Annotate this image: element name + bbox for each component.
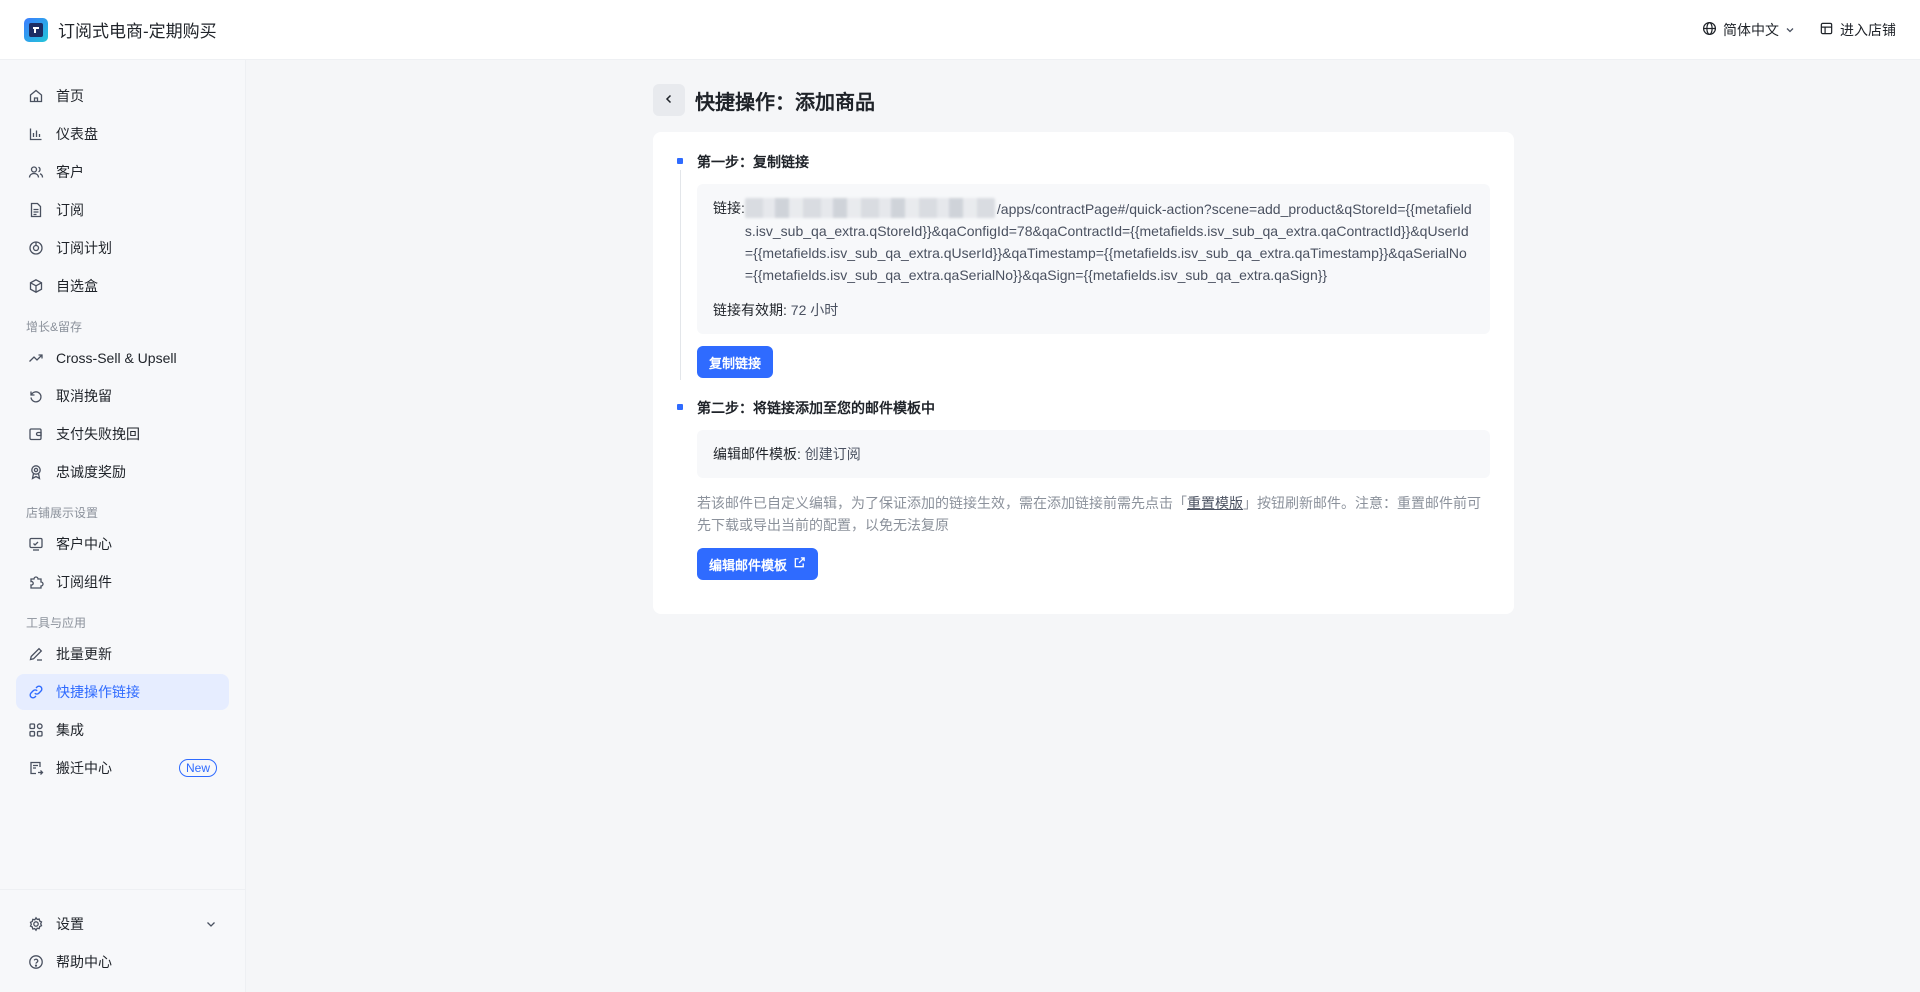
validity-label: 链接有效期:	[713, 302, 787, 318]
sidebar-item-label: 设置	[56, 916, 84, 932]
step-dot	[677, 158, 683, 164]
sidebar-item-customer-center[interactable]: 客户中心	[16, 526, 229, 562]
sidebar-item-cross-sell[interactable]: Cross-Sell & Upsell	[16, 340, 229, 376]
quick-action-card: 第一步：复制链接 链接: /apps/contractPage#/quick-a…	[653, 132, 1514, 614]
chevron-down-icon	[205, 918, 217, 930]
chevron-left-icon	[663, 92, 675, 108]
sidebar-item-cancel-retention[interactable]: 取消挽留	[16, 378, 229, 414]
step-dot	[677, 404, 683, 410]
section-title-storefront: 店铺展示设置	[26, 506, 99, 520]
gear-icon	[28, 916, 44, 932]
sidebar-item-label: 批量更新	[56, 646, 112, 662]
app-title: 订阅式电商-定期购买	[58, 22, 217, 41]
template-box: 编辑邮件模板: 创建订阅	[697, 430, 1490, 478]
sidebar-item-label: 仪表盘	[56, 126, 98, 142]
external-link-icon	[793, 556, 806, 572]
link-icon	[28, 684, 44, 700]
sidebar-item-help-center[interactable]: 帮助中心	[16, 944, 229, 980]
sidebar-item-loyalty[interactable]: 忠诚度奖励	[16, 454, 229, 490]
template-label: 编辑邮件模板:	[713, 446, 801, 462]
template-value: 创建订阅	[804, 446, 861, 462]
trending-up-icon	[28, 350, 44, 366]
sidebar-item-label: 自选盒	[56, 278, 98, 294]
award-icon	[28, 464, 44, 480]
step-1: 第一步：复制链接 链接: /apps/contractPage#/quick-a…	[677, 152, 1490, 380]
link-value[interactable]: /apps/contractPage#/quick-action?scene=a…	[744, 198, 1474, 286]
apps-icon	[28, 722, 44, 738]
sidebar-item-settings[interactable]: 设置	[16, 906, 229, 942]
sidebar-item-label: 快捷操作链接	[56, 684, 140, 700]
enter-store-label: 进入店铺	[1840, 21, 1896, 38]
reset-note: 若该邮件已自定义编辑，为了保证添加的链接生效，需在添加链接前需先点击「重置模版」…	[697, 495, 1481, 533]
wallet-icon	[28, 426, 44, 442]
document-icon	[28, 202, 44, 218]
new-badge: New	[178, 759, 217, 777]
users-icon	[28, 164, 44, 180]
help-icon	[28, 954, 44, 970]
sidebar: 首页 仪表盘 客户 订阅 订阅计划 自选盒 增长&留存 Cross-Sell &…	[0, 60, 246, 992]
bar-chart-icon	[28, 126, 44, 142]
sidebar-item-quick-action-links[interactable]: 快捷操作链接	[16, 674, 229, 710]
sidebar-item-label: 搬迁中心	[56, 760, 112, 776]
sidebar-item-migration-center[interactable]: 搬迁中心 New	[16, 750, 229, 786]
box-icon	[28, 278, 44, 294]
undo-icon	[28, 388, 44, 404]
back-button[interactable]	[653, 84, 685, 116]
pencil-icon	[28, 646, 44, 662]
sidebar-item-label: 订阅	[56, 202, 84, 218]
sidebar-item-subscriptions[interactable]: 订阅	[16, 192, 229, 228]
sidebar-item-label: 订阅组件	[56, 574, 112, 590]
plan-icon	[28, 240, 44, 256]
sidebar-item-label: Cross-Sell & Upsell	[56, 350, 177, 366]
reset-template-link[interactable]: 重置模版	[1187, 495, 1243, 511]
section-title-growth: 增长&留存	[26, 320, 83, 334]
sidebar-item-integrations[interactable]: 集成	[16, 712, 229, 748]
monitor-icon	[28, 536, 44, 552]
sidebar-item-dashboard[interactable]: 仪表盘	[16, 116, 229, 152]
puzzle-icon	[28, 574, 44, 590]
step-2-title: 第二步：将链接添加至您的邮件模板中	[697, 400, 935, 416]
sidebar-item-label: 支付失败挽回	[56, 426, 140, 442]
sidebar-item-label: 客户	[56, 164, 84, 180]
edit-email-template-label: 编辑邮件模板	[709, 557, 788, 573]
sidebar-item-label: 集成	[56, 722, 84, 738]
section-title-tools: 工具与应用	[26, 616, 87, 630]
link-box: 链接: /apps/contractPage#/quick-action?sce…	[697, 184, 1490, 334]
sidebar-item-subscription-widget[interactable]: 订阅组件	[16, 564, 229, 600]
sidebar-item-label: 首页	[56, 88, 84, 104]
enter-store-button[interactable]: 进入店铺	[1819, 20, 1896, 40]
sidebar-item-label: 客户中心	[56, 536, 112, 552]
sidebar-item-customers[interactable]: 客户	[16, 154, 229, 190]
sidebar-item-subscription-plans[interactable]: 订阅计划	[16, 230, 229, 266]
home-icon	[28, 88, 44, 104]
sidebar-item-label: 帮助中心	[56, 954, 112, 970]
link-label: 链接:	[713, 200, 745, 216]
step-1-title: 第一步：复制链接	[697, 154, 809, 170]
language-selector[interactable]: 简体中文	[1702, 20, 1795, 40]
top-header: 订阅式电商-定期购买 简体中文 进入店铺	[0, 0, 1920, 60]
link-validity: 链接有效期: 72 小时	[713, 300, 1474, 320]
sidebar-item-payment-recovery[interactable]: 支付失败挽回	[16, 416, 229, 452]
edit-email-template-button[interactable]: 编辑邮件模板	[697, 548, 819, 580]
store-icon	[1819, 21, 1834, 39]
page-title: 快捷操作：添加商品	[695, 91, 875, 114]
sidebar-item-label: 取消挽留	[56, 388, 112, 404]
sidebar-item-home[interactable]: 首页	[16, 78, 229, 114]
brand[interactable]: 订阅式电商-定期购买	[24, 17, 217, 42]
chevron-down-icon	[1785, 22, 1795, 38]
redacted-domain	[744, 198, 995, 218]
migrate-icon	[28, 760, 44, 776]
validity-value: 72 小时	[790, 302, 839, 318]
app-logo-icon	[24, 17, 48, 42]
main-content: 快捷操作：添加商品 第一步：复制链接 链接: /apps/contractPag…	[246, 60, 1920, 992]
language-label: 简体中文	[1723, 21, 1779, 38]
sidebar-item-custom-box[interactable]: 自选盒	[16, 268, 229, 304]
step-connector	[679, 170, 681, 380]
sidebar-item-label: 忠诚度奖励	[56, 464, 126, 480]
step-2: 第二步：将链接添加至您的邮件模板中 编辑邮件模板: 创建订阅 若该邮件已自定义编…	[677, 398, 1490, 580]
globe-icon	[1702, 21, 1717, 39]
sidebar-item-label: 订阅计划	[56, 240, 112, 256]
sidebar-item-bulk-update[interactable]: 批量更新	[16, 636, 229, 672]
copy-link-button[interactable]: 复制链接	[697, 346, 774, 378]
